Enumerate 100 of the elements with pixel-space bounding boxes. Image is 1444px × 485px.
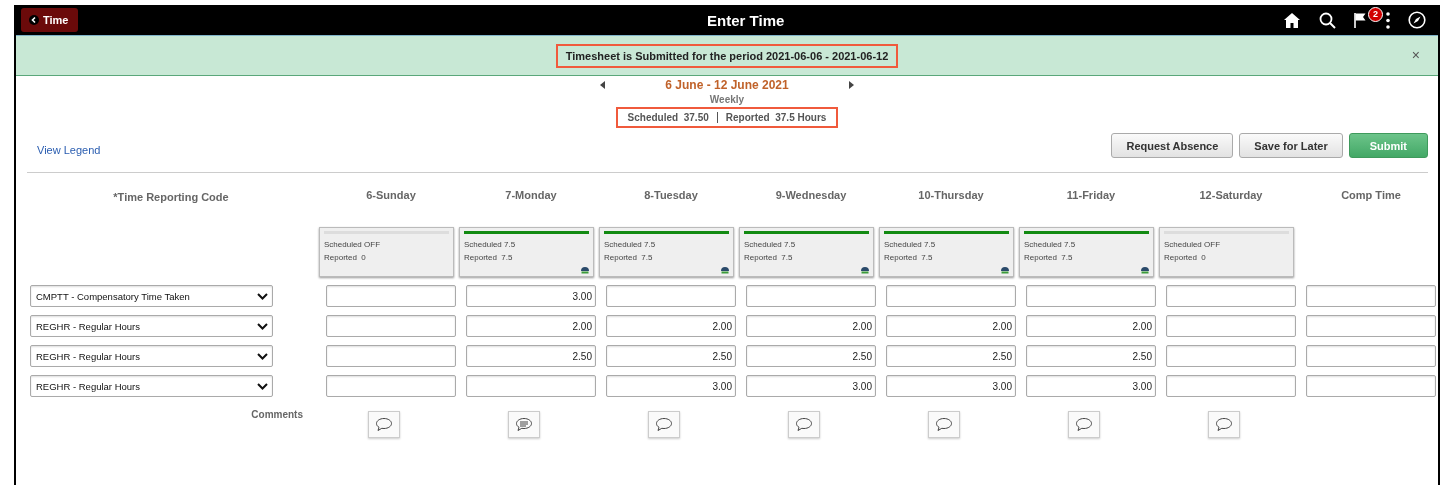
comment-button[interactable]	[928, 411, 960, 438]
hours-input[interactable]: 3.00	[1026, 375, 1156, 397]
reported-hours: Reported 0	[1164, 252, 1207, 264]
time-code-dropdown[interactable]: REGHR - Regular Hours	[30, 315, 273, 337]
speech-bubble-icon	[935, 417, 953, 432]
column-header: 10-Thursday	[917, 188, 985, 203]
hours-input[interactable]	[1026, 285, 1156, 307]
hours-input[interactable]	[886, 285, 1016, 307]
hours-input[interactable]	[326, 345, 456, 367]
reported-hours: Reported 7.5	[744, 252, 794, 264]
notification-badge: 2	[1368, 6, 1383, 22]
day-summary-card[interactable]: Scheduled 7.5 Reported 7.5	[879, 227, 1014, 277]
comment-button[interactable]	[508, 411, 540, 438]
reported-hours: Reported 7.5	[1024, 252, 1074, 264]
hours-input[interactable]	[326, 315, 456, 337]
speech-bubble-icon	[655, 417, 673, 432]
action-button[interactable]: Request Absence	[1111, 133, 1234, 158]
comment-button[interactable]	[788, 411, 820, 438]
column-header: 12-Saturday	[1198, 188, 1264, 203]
hours-input[interactable]	[326, 375, 456, 397]
hours-input[interactable]: 2.00	[466, 315, 596, 337]
hours-input[interactable]	[606, 285, 736, 307]
scheduled-hours: Scheduled 7.5	[1024, 239, 1077, 251]
hours-input[interactable]	[1166, 345, 1296, 367]
day-summary-card[interactable]: Scheduled 7.5 Reported 7.5	[739, 227, 874, 277]
scheduled-hours: Scheduled 7.5	[884, 239, 937, 251]
hours-input[interactable]: 2.00	[746, 315, 876, 337]
hours-input[interactable]: 2.50	[1026, 345, 1156, 367]
hours-input[interactable]	[1306, 315, 1436, 337]
speech-bubble-icon	[1075, 417, 1093, 432]
reported-hours: Reported 7.5	[464, 252, 514, 264]
hours-input[interactable]: 3.00	[606, 375, 736, 397]
hours-input[interactable]: 3.00	[746, 375, 876, 397]
hours-input[interactable]	[1306, 345, 1436, 367]
action-button[interactable]: Save for Later	[1239, 133, 1343, 158]
search-icon[interactable]	[1319, 11, 1336, 29]
gauge-icon	[1140, 265, 1150, 274]
scheduled-hours: Scheduled 7.5	[604, 239, 657, 251]
column-header: 11-Friday	[1065, 188, 1117, 203]
comments-label: Comments	[250, 408, 304, 422]
speech-bubble-icon	[1215, 417, 1233, 432]
comment-button[interactable]	[1208, 411, 1240, 438]
hours-input[interactable]	[466, 375, 596, 397]
page-title: Enter Time	[706, 11, 786, 29]
column-header: 8-Tuesday	[643, 188, 699, 203]
hours-input[interactable]: 3.00	[886, 375, 1016, 397]
gauge-icon	[1000, 265, 1010, 274]
time-code-dropdown[interactable]: REGHR - Regular Hours	[30, 345, 273, 367]
time-code-dropdown[interactable]: REGHR - Regular Hours	[30, 375, 273, 397]
view-legend-link[interactable]: View Legend	[37, 144, 101, 156]
hours-input[interactable]	[1306, 285, 1436, 307]
hours-input[interactable]: 2.50	[886, 345, 1016, 367]
hours-input[interactable]	[746, 285, 876, 307]
comment-button[interactable]	[1068, 411, 1100, 438]
flag-icon[interactable]	[1354, 11, 1368, 29]
chevron-down-icon	[257, 382, 268, 390]
more-options-icon[interactable]	[1386, 11, 1390, 29]
day-summary-card[interactable]: Scheduled 7.5 Reported 7.5	[1019, 227, 1154, 277]
hours-input[interactable]: 2.00	[1026, 315, 1156, 337]
comment-button[interactable]	[648, 411, 680, 438]
hours-input[interactable]: 2.00	[886, 315, 1016, 337]
back-button[interactable]: Time	[21, 8, 79, 32]
hours-input[interactable]	[1166, 315, 1296, 337]
chevron-left-icon	[29, 15, 39, 25]
previous-period-icon[interactable]	[600, 81, 606, 89]
hours-input[interactable]	[1166, 375, 1296, 397]
hours-input[interactable]	[1306, 375, 1436, 397]
home-icon[interactable]	[1283, 11, 1301, 29]
comment-button[interactable]	[368, 411, 400, 438]
view-mode: Weekly	[708, 94, 746, 105]
submitted-message: Timesheet is Submitted for the period 2021-06-06 - 2021-06-12	[555, 43, 899, 68]
reported-hours: Reported 0	[324, 252, 367, 264]
hours-input[interactable]: 2.00	[606, 315, 736, 337]
hours-input[interactable]: 3.00	[466, 285, 596, 307]
gauge-icon	[580, 265, 590, 274]
day-summary-card[interactable]: Scheduled 7.5 Reported 7.5	[459, 227, 594, 277]
column-header: 7-Monday	[504, 188, 558, 203]
scheduled-total: Scheduled 37.50	[627, 112, 709, 123]
hours-input[interactable]: 2.50	[606, 345, 736, 367]
day-summary-card[interactable]: Scheduled OFF Reported 0	[1159, 227, 1294, 277]
gauge-icon	[860, 265, 870, 274]
speech-bubble-icon	[375, 417, 393, 432]
hours-input[interactable]	[326, 285, 456, 307]
time-code-dropdown[interactable]: CMPTT - Compensatory Time Taken	[30, 285, 273, 307]
next-period-icon[interactable]	[848, 81, 854, 89]
period-range: 6 June - 12 June 2021	[665, 78, 789, 92]
day-summary-card[interactable]: Scheduled 7.5 Reported 7.5	[599, 227, 734, 277]
reported-hours: Reported 7.5	[604, 252, 654, 264]
day-summary-card[interactable]: Scheduled OFF Reported 0	[319, 227, 454, 277]
hours-input[interactable]: 2.50	[466, 345, 596, 367]
scheduled-hours: Scheduled 7.5	[744, 239, 797, 251]
hours-input[interactable]: 2.50	[746, 345, 876, 367]
speech-bubble-icon	[795, 417, 813, 432]
reported-total: Reported 37.5 Hours	[725, 112, 827, 123]
compass-icon[interactable]	[1408, 11, 1426, 29]
close-button[interactable]: ×	[1405, 46, 1426, 64]
gauge-icon	[720, 265, 730, 274]
reported-hours: Reported 7.5	[884, 252, 934, 264]
hours-input[interactable]	[1166, 285, 1296, 307]
comment-lines-icon	[515, 417, 533, 432]
